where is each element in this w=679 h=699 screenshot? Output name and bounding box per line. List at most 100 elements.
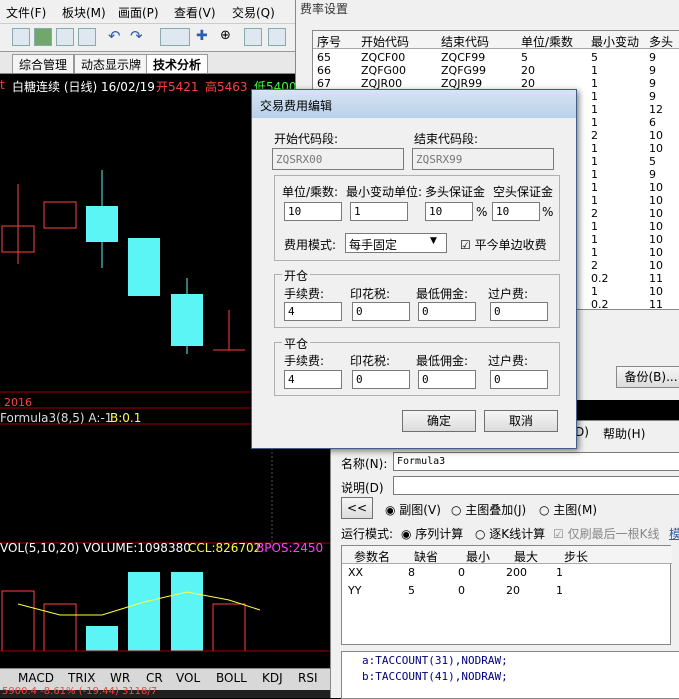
name-field[interactable] (393, 452, 679, 471)
tab-rsi[interactable]: RSI (298, 671, 318, 685)
volume-bar (212, 603, 246, 652)
description-label: 说明(D) (341, 481, 384, 495)
rate-col-header[interactable]: 开始代码 (361, 33, 409, 50)
menu-d[interactable]: D) (575, 425, 589, 439)
start-code-label: 开始代码段: (274, 132, 339, 146)
open-min-commission-field[interactable] (418, 302, 476, 321)
tab-boll[interactable]: BOLL (216, 671, 247, 685)
open-min-commission-label: 最低佣金: (416, 287, 469, 301)
candle (86, 170, 118, 268)
cancel-button[interactable]: 取消 (484, 410, 558, 432)
rate-cell: 10 (649, 246, 663, 259)
param-cell: 0 (458, 584, 465, 597)
fee-mode-select[interactable]: 每手固定 ▼ (345, 233, 447, 253)
param-row[interactable]: XX 8 0 200 1 (342, 566, 672, 582)
menu-bar: 文件(F) 板块(M) 画面(P) 查看(V) 交易(Q) (0, 0, 295, 24)
end-code-field[interactable] (412, 148, 554, 170)
toolbar: ↶ ↷ ✚ ⊕ (0, 24, 295, 52)
redo-icon[interactable]: ↷ (130, 28, 148, 46)
open-fee-label: 手续费: (284, 287, 325, 301)
menu-file[interactable]: 文件(F) (6, 4, 46, 21)
tab-cr[interactable]: CR (146, 671, 163, 685)
backup-button[interactable]: 备份(B)... (616, 366, 679, 388)
undo-icon[interactable]: ↶ (108, 28, 126, 46)
tab-kdj[interactable]: KDJ (262, 671, 283, 685)
bar-icon[interactable] (244, 28, 262, 46)
min-change-label: 最小变动单位: (346, 185, 423, 199)
radio-per-kline[interactable]: ○ 逐K线计算 (475, 525, 545, 542)
rate-row[interactable]: 66 ZQFG00 ZQFG99 20 1 9 (313, 64, 679, 78)
radio-subchart[interactable]: ◉ 副图(V) (385, 501, 441, 518)
zoom-icon[interactable]: ⊕ (220, 28, 238, 46)
rate-cell: 2 (591, 259, 598, 272)
menu-block[interactable]: 板块(M) (62, 4, 106, 21)
description-field[interactable] (393, 476, 679, 495)
tab-wr[interactable]: WR (110, 671, 130, 685)
rate-col-header[interactable]: 结束代码 (441, 33, 489, 50)
rate-col-header[interactable]: 单位/乘数 (521, 33, 573, 50)
param-cell: 200 (506, 566, 527, 579)
layout-icon[interactable] (34, 28, 52, 46)
rate-cell: 65 (317, 51, 331, 64)
open-fee-field[interactable] (284, 302, 342, 321)
tab-integrated-management[interactable]: 综合管理 (12, 54, 75, 73)
menu-help[interactable]: 帮助(H) (603, 425, 645, 442)
rate-cell: 10 (649, 259, 663, 272)
chevron-down-icon: ▼ (430, 236, 437, 246)
open-stamp-field[interactable] (352, 302, 410, 321)
tab-technical-analysis[interactable]: 技术分析 (146, 54, 209, 73)
rate-cell: 6 (649, 116, 656, 129)
long-margin-percent: % (476, 205, 488, 219)
rate-row[interactable]: 65 ZQCF00 ZQCF99 5 5 9 (313, 51, 679, 65)
window-icon[interactable] (56, 28, 74, 46)
close-min-commission-field[interactable] (418, 370, 476, 389)
close-transfer-field[interactable] (490, 370, 548, 389)
open-transfer-label: 过户费: (488, 287, 529, 301)
rate-col-header[interactable]: 序号 (317, 33, 341, 50)
rate-cell: 0.2 (591, 298, 609, 310)
dialog-title-bar[interactable]: 交易费用编辑 (252, 90, 576, 118)
rate-col-header[interactable]: 最小变动 (591, 33, 639, 50)
rate-col-header[interactable]: 多头 (649, 33, 673, 50)
rate-cell: 9 (649, 90, 656, 103)
tab-trix[interactable]: TRIX (68, 671, 95, 685)
menu-trade[interactable]: 交易(Q) (232, 4, 275, 21)
volume-caption: VOL(5,10,20) VOLUME:1098380 (0, 541, 191, 555)
unit-field[interactable] (284, 202, 342, 221)
radio-main[interactable]: ○ 主图(M) (539, 501, 597, 518)
tab-macd[interactable]: MACD (18, 671, 54, 685)
grid-icon[interactable] (12, 28, 30, 46)
param-cell: YY (348, 584, 362, 597)
param-row[interactable]: YY 5 0 20 1 (342, 584, 672, 600)
close-min-commission-label: 最低佣金: (416, 354, 469, 368)
menu-screen[interactable]: 画面(P) (118, 4, 159, 21)
radio-main-overlay[interactable]: ○ 主图叠加(J) (451, 501, 526, 518)
long-margin-field[interactable] (425, 202, 473, 221)
param-table[interactable]: 参数名 缺省 最小 最大 步长 XX 8 0 200 1 YY 5 0 20 1 (341, 545, 672, 645)
move-icon[interactable]: ✚ (196, 28, 214, 46)
settings-icon[interactable] (268, 28, 286, 46)
open-transfer-field[interactable] (490, 302, 548, 321)
rate-cell: 2 (591, 129, 598, 142)
tab-vol[interactable]: VOL (176, 671, 200, 685)
close-stamp-field[interactable] (352, 370, 410, 389)
export-icon[interactable] (78, 28, 96, 46)
checkbox-last-bar[interactable]: ☑ 仅刷最后一根K线 (553, 525, 659, 542)
close-fee-field[interactable] (284, 370, 342, 389)
tab-dynamic-board[interactable]: 动态显示牌 (74, 54, 149, 73)
param-col-name: 参数名 (354, 550, 391, 564)
min-change-field[interactable] (350, 202, 408, 221)
radio-sequence[interactable]: ◉ 序列计算 (401, 525, 463, 542)
code-editor[interactable]: a:TACCOUNT(31),NODRAW; b:TACCOUNT(41),NO… (341, 651, 679, 699)
start-code-field[interactable] (272, 148, 404, 170)
collapse-button[interactable]: << (341, 497, 373, 519)
open-stamp-label: 印花税: (350, 287, 391, 301)
short-margin-field[interactable] (492, 202, 540, 221)
ok-button[interactable]: 确定 (402, 410, 476, 432)
close-today-checkbox[interactable]: ☑ 平今单边收费 (460, 236, 547, 253)
menu-view[interactable]: 查看(V) (174, 4, 216, 21)
more-link[interactable]: 模 (669, 525, 679, 542)
cursor-tool-icon[interactable] (160, 28, 190, 46)
dialog-title: 交易费用编辑 (260, 99, 333, 113)
rate-table-header: 序号 开始代码 结束代码 单位/乘数 最小变动 多头 (313, 31, 679, 49)
